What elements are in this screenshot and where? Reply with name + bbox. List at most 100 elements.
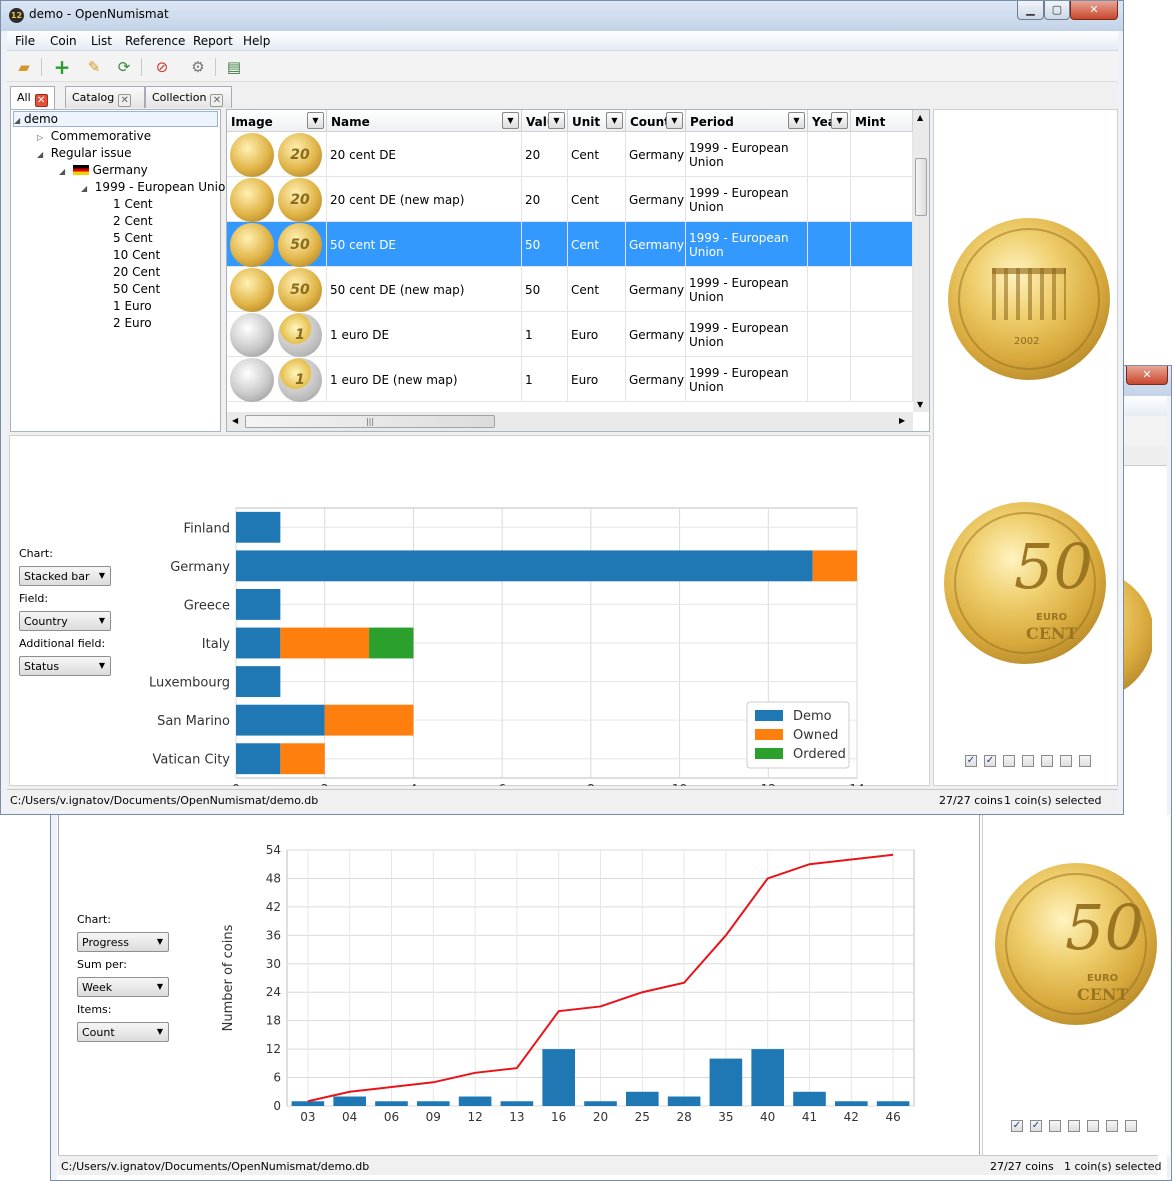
- collapsed-arrow-icon[interactable]: ▷: [37, 133, 43, 142]
- column-header-period[interactable]: Period ▼: [686, 110, 808, 132]
- horizontal-scroll-thumb[interactable]: |||: [245, 415, 495, 428]
- open-folder-icon[interactable]: ▰: [13, 57, 35, 77]
- tree-item-2-euro[interactable]: 2 Euro: [113, 316, 152, 330]
- tab-all[interactable]: All ✕: [10, 86, 55, 109]
- expand-arrow-icon[interactable]: ◢: [37, 150, 43, 159]
- tree-item-5-cent[interactable]: 5 Cent: [113, 231, 153, 245]
- additional-field-combo[interactable]: Status: [19, 656, 111, 676]
- coin-value-text: 50: [1065, 891, 1144, 964]
- image-select-checkbox[interactable]: ✓: [1030, 1120, 1042, 1132]
- clone-icon[interactable]: ⟳: [113, 57, 135, 77]
- tree-item-germany[interactable]: ◢ Germany: [59, 163, 148, 177]
- table-row[interactable]: 50 50 cent DE 50 Cent Germany 1999 - European…: [227, 222, 913, 267]
- scroll-up-icon[interactable]: ▲: [917, 113, 923, 122]
- horizontal-scrollbar[interactable]: ◀ ||| ▶: [227, 412, 913, 431]
- table-row[interactable]: 20 20 cent DE 20 Cent Germany 1999 - European…: [227, 132, 913, 177]
- tree-root[interactable]: ◢ demo: [13, 111, 218, 127]
- image-select-checkbox[interactable]: [1068, 1120, 1080, 1132]
- vertical-scroll-thumb[interactable]: [915, 158, 927, 216]
- chart-type-combo[interactable]: Stacked bar: [19, 566, 111, 586]
- scroll-down-icon[interactable]: ▼: [917, 400, 923, 409]
- table-row[interactable]: 11 euro DE (new map) 1 Euro Germany 1999 - E…: [227, 357, 913, 402]
- expand-arrow-icon[interactable]: ◢: [81, 184, 87, 193]
- settings-gear-icon[interactable]: ⚙: [187, 57, 209, 77]
- column-filter-icon[interactable]: ▼: [831, 112, 848, 129]
- column-filter-icon[interactable]: ▼: [548, 112, 565, 129]
- table-row[interactable]: 11 euro DE 1 Euro Germany 1999 - European Uni…: [227, 312, 913, 357]
- column-filter-icon[interactable]: ▼: [502, 112, 519, 129]
- close-tab-icon[interactable]: ✕: [210, 94, 224, 107]
- vertical-scrollbar[interactable]: ▲ ▼: [913, 110, 929, 412]
- image-select-checkbox[interactable]: [1087, 1120, 1099, 1132]
- coin-image-cell: 20: [227, 132, 327, 177]
- menu-file[interactable]: File: [15, 34, 35, 48]
- edit-pencil-icon[interactable]: ✎: [83, 57, 105, 77]
- tree-item-2-cent[interactable]: 2 Cent: [113, 214, 153, 228]
- image-select-checkbox[interactable]: ✓: [1011, 1120, 1023, 1132]
- coin-50-cent-reverse-image: 50 EURO CENT: [944, 502, 1106, 664]
- tree-item-period[interactable]: ◢ 1999 - European Union: [81, 180, 233, 194]
- column-filter-icon[interactable]: ▼: [606, 112, 623, 129]
- tree-item-50-cent[interactable]: 50 Cent: [113, 282, 160, 296]
- column-header-country[interactable]: Countr ▼: [626, 110, 686, 132]
- bar: [416, 1101, 450, 1106]
- tree-item-20-cent[interactable]: 20 Cent: [113, 265, 160, 279]
- image-select-checkbox[interactable]: ✓: [984, 755, 996, 767]
- column-header-image[interactable]: Image ▼: [227, 110, 327, 132]
- period-cell: 1999 - European Union: [686, 357, 808, 402]
- menu-report[interactable]: Report: [193, 34, 233, 48]
- table-row[interactable]: 20 20 cent DE (new map) 20 Cent Germany 1999 …: [227, 177, 913, 222]
- menu-reference[interactable]: Reference: [125, 34, 185, 48]
- coin-obverse-thumbnail: [230, 222, 274, 267]
- menu-coin[interactable]: Coin: [50, 34, 77, 48]
- column-header-unit[interactable]: Unit ▼: [568, 110, 626, 132]
- close-button[interactable]: ✕: [1070, 1, 1118, 20]
- field-combo[interactable]: Country: [19, 611, 111, 631]
- image-select-checkbox[interactable]: ✓: [965, 755, 977, 767]
- close-tab-icon[interactable]: ✕: [118, 94, 132, 107]
- sum-per-combo[interactable]: Week: [77, 977, 169, 997]
- items-combo[interactable]: Count: [77, 1022, 169, 1042]
- image-select-checkbox[interactable]: [1022, 755, 1034, 767]
- column-header-name[interactable]: Name ▼: [327, 110, 522, 132]
- expand-arrow-icon[interactable]: ◢: [59, 167, 65, 176]
- image-select-checkbox[interactable]: [1060, 755, 1072, 767]
- image-select-checkbox[interactable]: [1125, 1120, 1137, 1132]
- minimize-button[interactable]: ▁: [1017, 1, 1044, 20]
- image-select-checkbox[interactable]: [1106, 1120, 1118, 1132]
- scroll-left-icon[interactable]: ◀: [232, 416, 238, 425]
- table-row[interactable]: [227, 402, 913, 412]
- add-coin-icon[interactable]: +: [51, 57, 73, 77]
- image-select-checkbox[interactable]: [1041, 755, 1053, 767]
- image-select-checkbox[interactable]: [1079, 755, 1091, 767]
- second-close-button[interactable]: ✕: [1126, 366, 1168, 385]
- tree-item-regular-issue[interactable]: ◢ Regular issue: [37, 146, 131, 160]
- period-cell: 1999 - European Union: [686, 312, 808, 357]
- tree-item-1-cent[interactable]: 1 Cent: [113, 197, 153, 211]
- tree-item-1-euro[interactable]: 1 Euro: [113, 299, 152, 313]
- column-header-year[interactable]: Yea ▼: [808, 110, 851, 132]
- column-header-value[interactable]: Valu ▼: [522, 110, 568, 132]
- name-cell: 1 euro DE: [327, 312, 522, 357]
- tab-collection[interactable]: Collection ✕: [145, 86, 232, 108]
- column-filter-icon[interactable]: ▼: [307, 112, 324, 129]
- column-filter-icon[interactable]: ▼: [666, 112, 683, 129]
- column-filter-icon[interactable]: ▼: [788, 112, 805, 129]
- table-row[interactable]: 50 50 cent DE (new map) 50 Cent Germany 1999 …: [227, 267, 913, 312]
- status-count: 27/27 coins: [939, 794, 1003, 807]
- scroll-right-icon[interactable]: ▶: [899, 416, 905, 425]
- image-select-checkbox[interactable]: [1049, 1120, 1061, 1132]
- chart-type-combo[interactable]: Progress: [77, 932, 169, 952]
- menu-help[interactable]: Help: [243, 34, 270, 48]
- maximize-button[interactable]: ▢: [1044, 1, 1070, 20]
- tab-catalog[interactable]: Catalog ✕: [65, 86, 145, 108]
- column-header-mint[interactable]: Mint: [851, 110, 913, 132]
- clear-filter-icon[interactable]: ⊘: [151, 57, 173, 77]
- image-select-checkbox[interactable]: [1003, 755, 1015, 767]
- tree-item-10-cent[interactable]: 10 Cent: [113, 248, 160, 262]
- close-tab-icon[interactable]: ✕: [34, 94, 48, 107]
- tree-item-commemorative[interactable]: ▷ Commemorative: [37, 129, 151, 143]
- menu-list[interactable]: List: [91, 34, 112, 48]
- details-view-icon[interactable]: ▤: [223, 57, 245, 77]
- expand-arrow-icon[interactable]: ◢: [14, 116, 20, 125]
